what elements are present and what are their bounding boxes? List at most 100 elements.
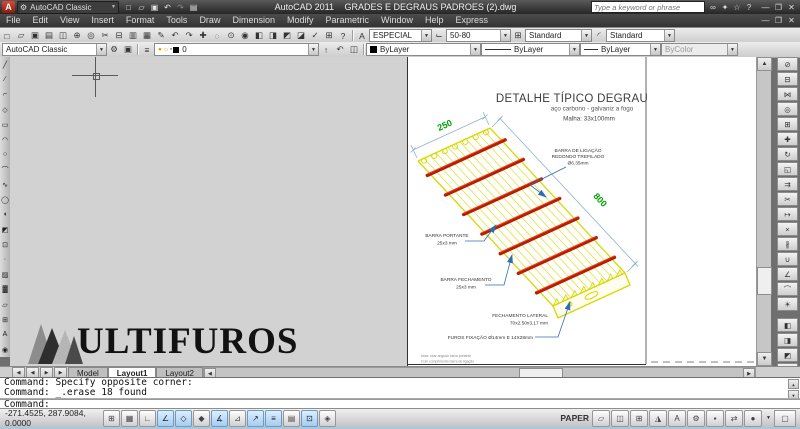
- menu-item[interactable]: Tools: [160, 14, 193, 27]
- break-at-point-icon[interactable]: ×: [777, 222, 798, 236]
- bring-to-front-icon[interactable]: ◧: [777, 318, 798, 332]
- ellipse-arc-icon[interactable]: ◖: [0, 207, 10, 222]
- chevron-down-icon[interactable]: ▼: [581, 30, 591, 41]
- plot-preview-icon[interactable]: ◫: [56, 29, 70, 42]
- autocad-menu-browser-icon[interactable]: A: [2, 1, 15, 13]
- chevron-down-icon[interactable]: ▼: [470, 44, 480, 55]
- annotation-icon[interactable]: ◉: [0, 342, 10, 357]
- tool-palettes-icon[interactable]: ◩: [280, 29, 294, 42]
- ducs-toggle[interactable]: ⊿: [229, 410, 246, 427]
- array-icon[interactable]: ⊞: [777, 117, 798, 131]
- chamfer-icon[interactable]: ∠: [777, 267, 798, 281]
- menu-item[interactable]: View: [54, 14, 85, 27]
- communication-center-icon[interactable]: ✦: [719, 3, 731, 12]
- chevron-down-icon[interactable]: ▼: [664, 30, 674, 41]
- help-icon[interactable]: ?: [743, 3, 755, 12]
- new-icon[interactable]: □: [0, 29, 14, 42]
- move-icon[interactable]: ✚: [777, 132, 798, 146]
- copy-icon[interactable]: ⊟: [777, 72, 798, 86]
- menu-item[interactable]: Parametric: [320, 14, 376, 27]
- point-icon[interactable]: ∙: [0, 252, 10, 267]
- rectangle-icon[interactable]: ▭: [0, 117, 10, 132]
- export-dwf-icon[interactable]: ◎: [84, 29, 98, 42]
- new-icon[interactable]: □: [122, 1, 135, 13]
- text-style-combo[interactable]: ESPECIAL▼: [369, 29, 432, 42]
- redo-icon[interactable]: ↷: [174, 1, 187, 13]
- plot-icon[interactable]: ▤: [187, 1, 200, 13]
- spline-icon[interactable]: ∿: [0, 177, 10, 192]
- explode-icon[interactable]: ☀: [777, 297, 798, 311]
- menu-item[interactable]: Dimension: [226, 14, 281, 27]
- make-object-layer-current-icon[interactable]: ↑: [319, 43, 333, 56]
- save-workspace-icon[interactable]: ▣: [121, 43, 135, 56]
- workspaces-combo[interactable]: AutoCAD Classic▼: [2, 43, 107, 56]
- paste-icon[interactable]: ▥: [126, 29, 140, 42]
- erase-icon[interactable]: ⊘: [777, 57, 798, 71]
- make-block-icon[interactable]: ⊡: [0, 237, 10, 252]
- dim-style-combo[interactable]: 50-80▼: [446, 29, 511, 42]
- text-style-icon[interactable]: A: [355, 29, 369, 42]
- dim-style-icon[interactable]: ⌙: [432, 29, 446, 42]
- arc-icon[interactable]: ◠: [0, 132, 10, 147]
- polyline-icon[interactable]: ⌐: [0, 87, 10, 102]
- table-icon[interactable]: ⊞: [0, 312, 10, 327]
- menu-item[interactable]: Help: [419, 14, 450, 27]
- annotation-visibility-icon[interactable]: A: [668, 410, 686, 427]
- trim-icon[interactable]: ✂: [777, 192, 798, 206]
- sync-icon[interactable]: ⇄: [725, 410, 743, 427]
- chevron-down-icon[interactable]: ▼: [650, 44, 660, 55]
- ellipse-icon[interactable]: ◯: [0, 192, 10, 207]
- properties-icon[interactable]: ◧: [252, 29, 266, 42]
- cut-icon[interactable]: ✂: [98, 29, 112, 42]
- help-icon[interactable]: ?: [336, 29, 350, 42]
- close-button[interactable]: ✕: [785, 2, 798, 13]
- stretch-icon[interactable]: ⇉: [777, 177, 798, 191]
- osnap3d-toggle[interactable]: ◆: [193, 410, 210, 427]
- command-line-window[interactable]: Command: Specify opposite corner:Command…: [0, 377, 800, 409]
- circle-icon[interactable]: ○: [0, 147, 10, 162]
- plot-icon[interactable]: ▤: [42, 29, 56, 42]
- mleader-style-combo[interactable]: Standard▼: [606, 29, 675, 42]
- lineweight-combo[interactable]: ByLayer▼: [580, 43, 661, 56]
- offset-icon[interactable]: ◎: [777, 102, 798, 116]
- undo-icon[interactable]: ↶: [161, 1, 174, 13]
- menu-item[interactable]: Edit: [27, 14, 55, 27]
- open-icon[interactable]: ▱: [14, 29, 28, 42]
- polar-toggle[interactable]: ∠: [157, 410, 174, 427]
- multiline-text-icon[interactable]: A: [0, 327, 10, 342]
- hardware-accel-icon[interactable]: ●: [744, 410, 762, 427]
- sc-toggle[interactable]: ◈: [319, 410, 336, 427]
- menu-item[interactable]: Draw: [193, 14, 226, 27]
- dyn-toggle[interactable]: ↗: [247, 410, 264, 427]
- layer-properties-manager-icon[interactable]: ≡: [140, 43, 154, 56]
- autoscale-icon[interactable]: ⚙: [687, 410, 705, 427]
- sheet-set-manager-icon[interactable]: ◪: [294, 29, 308, 42]
- pan-icon[interactable]: ✚: [196, 29, 210, 42]
- search-input[interactable]: [592, 3, 704, 12]
- layer-combo[interactable]: ● ☼ ▪ 0 ▼: [154, 43, 319, 56]
- chevron-down-icon[interactable]: ▼: [500, 30, 510, 41]
- chevron-down-icon[interactable]: ▼: [308, 44, 318, 55]
- otrack-toggle[interactable]: ∡: [211, 410, 228, 427]
- qp-toggle[interactable]: ⊡: [301, 410, 318, 427]
- vertical-scrollbar[interactable]: ▲ ▼: [756, 57, 771, 366]
- open-icon[interactable]: ▱: [135, 1, 148, 13]
- bring-above-icon[interactable]: ◩: [777, 348, 798, 362]
- menu-item[interactable]: Window: [375, 14, 419, 27]
- layer-previous-icon[interactable]: ↶: [333, 43, 347, 56]
- save-icon[interactable]: ▣: [148, 1, 161, 13]
- break-icon[interactable]: ∦: [777, 237, 798, 251]
- scale-icon[interactable]: ◱: [777, 162, 798, 176]
- zoom-realtime-icon[interactable]: ◌: [210, 29, 224, 42]
- ortho-toggle[interactable]: ∟: [139, 410, 156, 427]
- gradient-icon[interactable]: ▓: [0, 282, 10, 297]
- lwt-toggle[interactable]: ≡: [265, 410, 282, 427]
- scroll-down-icon[interactable]: ▼: [757, 352, 772, 366]
- chevron-down-icon[interactable]: ▼: [421, 30, 431, 41]
- quick-view-layouts-icon[interactable]: ◫: [611, 410, 629, 427]
- fillet-icon[interactable]: ⌒: [777, 282, 798, 296]
- mirror-icon[interactable]: ⋈: [777, 87, 798, 101]
- menu-item[interactable]: Format: [120, 14, 161, 27]
- construction-line-icon[interactable]: ∕: [0, 72, 10, 87]
- markup-icon[interactable]: ✓: [308, 29, 322, 42]
